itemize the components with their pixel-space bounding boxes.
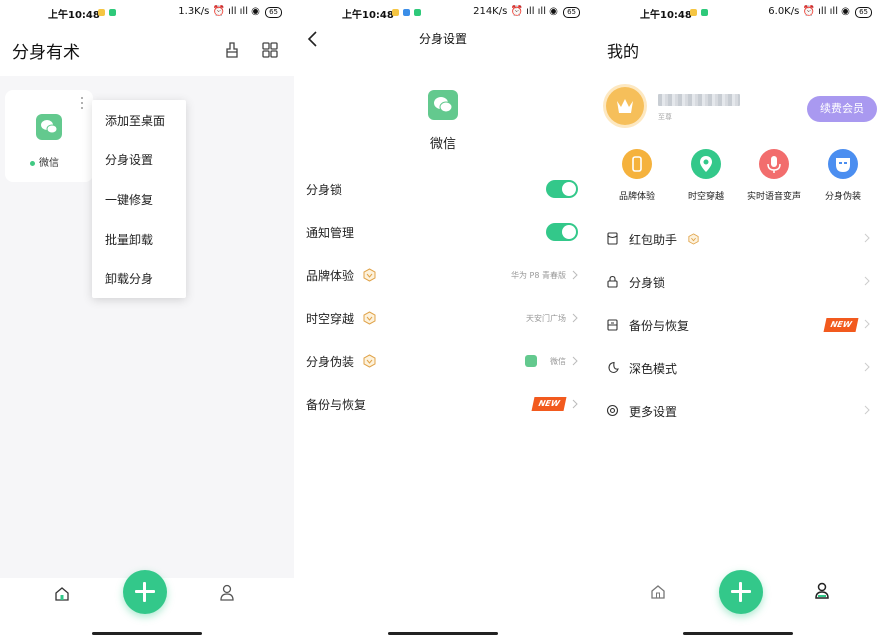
- status-bar: 上午10:48 6.0K/s ⏰ ıll ıll ◉ 65: [592, 0, 884, 24]
- chevron-right-icon: [572, 270, 578, 280]
- home-icon[interactable]: [54, 586, 70, 602]
- home-header: 分身有术: [0, 24, 294, 76]
- menu-row-red-packet[interactable]: 红包助手: [592, 224, 884, 254]
- add-icon[interactable]: [719, 570, 763, 614]
- backup-icon: [607, 319, 618, 331]
- menu-row-backup[interactable]: 备份与恢复 NEW: [592, 310, 884, 340]
- vip-crown-icon: [688, 233, 699, 245]
- feature-brand-label: 品牌体验: [618, 192, 655, 202]
- menu-item-clone-settings[interactable]: 分身设置: [105, 151, 153, 168]
- moon-icon: [608, 361, 619, 374]
- new-badge: NEW: [823, 318, 859, 332]
- network-speed: 214K/s: [473, 6, 508, 17]
- menu-item-uninstall-clone[interactable]: 卸载分身: [105, 270, 153, 287]
- vip-crown-icon: [363, 354, 376, 368]
- page-title: 分身有术: [12, 43, 80, 63]
- notification-dot: [403, 9, 410, 16]
- notification-toggle[interactable]: [546, 223, 578, 241]
- chevron-right-icon: [864, 233, 870, 243]
- menu-item-batch-uninstall[interactable]: 批量卸载: [105, 231, 153, 248]
- network-speed: 1.3K/s: [178, 6, 210, 17]
- settings-icon: [606, 404, 619, 417]
- status-bar: 上午10:48 214K/s ⏰ ıll ıll ◉ 65: [294, 0, 592, 24]
- add-icon[interactable]: [123, 570, 167, 614]
- wechat-icon: [36, 114, 62, 140]
- chevron-right-icon: [572, 399, 578, 409]
- home-indicator: [683, 632, 793, 635]
- notification-dot: [392, 9, 399, 16]
- menu-item-add-to-desktop[interactable]: 添加至桌面: [105, 112, 165, 129]
- clean-brush-icon[interactable]: [222, 40, 242, 60]
- clone-lock-toggle[interactable]: [546, 180, 578, 198]
- chevron-right-icon: [864, 319, 870, 329]
- vip-crown-icon: [363, 311, 376, 325]
- menu-item-one-click-repair[interactable]: 一键修复: [105, 191, 153, 208]
- new-badge: NEW: [531, 397, 567, 411]
- member-tier: 至尊: [658, 113, 672, 121]
- battery-icon: 65: [265, 7, 282, 18]
- notification-dot: [701, 9, 708, 16]
- renew-membership-button[interactable]: 续费会员: [807, 96, 877, 122]
- chevron-right-icon: [864, 276, 870, 286]
- grid-apps-icon[interactable]: [260, 40, 280, 60]
- brand-value: 华为 P8 青春版: [511, 271, 566, 280]
- status-time: 上午10:48: [640, 10, 692, 21]
- location-icon[interactable]: [691, 149, 721, 179]
- chevron-right-icon: [572, 313, 578, 323]
- microphone-icon[interactable]: [759, 149, 789, 179]
- avatar[interactable]: [606, 87, 644, 125]
- profile-icon[interactable]: [814, 582, 830, 600]
- context-menu: 添加至桌面 分身设置 一键修复 批量卸载 卸载分身: [92, 100, 186, 298]
- wechat-icon: [525, 355, 537, 367]
- notification-dot: [690, 9, 697, 16]
- home-icon[interactable]: [650, 584, 666, 600]
- more-vertical-icon[interactable]: [80, 96, 84, 110]
- notification-dot: [98, 9, 105, 16]
- feature-disguise-label: 分身伪装: [824, 192, 861, 202]
- home-screen: 上午10:48 1.3K/s ⏰ ıll ıll ◉ 65 分身有术 微信 添加…: [0, 0, 294, 643]
- clone-settings-screen: 上午10:48 214K/s ⏰ ıll ıll ◉ 65 分身设置 微信 分身…: [294, 0, 592, 643]
- lock-icon: [607, 275, 618, 288]
- active-dot: [30, 160, 35, 166]
- network-speed: 6.0K/s: [768, 6, 800, 17]
- setting-row-time-travel[interactable]: 时空穿越 天安门广场: [294, 304, 592, 334]
- wechat-icon: [428, 90, 458, 120]
- setting-row-brand[interactable]: 品牌体验 华为 P8 青春版: [294, 261, 592, 291]
- setting-row-disguise[interactable]: 分身伪装 微信: [294, 347, 592, 377]
- mine-screen: 上午10:48 6.0K/s ⏰ ıll ıll ◉ 65 我的 至尊 续费会员…: [592, 0, 884, 643]
- menu-row-more-settings[interactable]: 更多设置: [592, 396, 884, 426]
- vip-crown-icon: [363, 268, 376, 282]
- app-label: 微信: [30, 154, 59, 169]
- profile-icon[interactable]: [219, 584, 235, 602]
- disguise-value: 微信: [550, 357, 566, 366]
- notification-dot: [414, 9, 421, 16]
- feature-voice-changer-label: 实时语音变声: [746, 192, 801, 202]
- menu-row-dark-mode[interactable]: 深色模式: [592, 353, 884, 383]
- battery-icon: 65: [855, 7, 872, 18]
- location-value: 天安门广场: [526, 314, 566, 323]
- page-title: 我的: [607, 42, 640, 61]
- setting-row-backup[interactable]: 备份与恢复 NEW: [294, 390, 592, 420]
- home-indicator: [388, 632, 498, 635]
- chevron-right-icon: [572, 356, 578, 366]
- chevron-right-icon: [864, 405, 870, 415]
- status-bar: 上午10:48 1.3K/s ⏰ ıll ıll ◉ 65: [0, 0, 294, 24]
- home-indicator: [92, 632, 202, 635]
- menu-row-clone-lock[interactable]: 分身锁: [592, 267, 884, 297]
- setting-row-notification: 通知管理: [294, 218, 592, 248]
- status-time: 上午10:48: [342, 10, 394, 21]
- crown-icon: [617, 99, 633, 113]
- username-blurred: [658, 94, 740, 106]
- phone-icon[interactable]: [622, 149, 652, 179]
- mask-icon[interactable]: [828, 149, 858, 179]
- red-packet-icon: [607, 232, 618, 245]
- notification-dot: [109, 9, 116, 16]
- chevron-right-icon: [864, 362, 870, 372]
- app-name: 微信: [429, 137, 456, 152]
- setting-row-clone-lock: 分身锁: [294, 175, 592, 205]
- page-title: 分身设置: [418, 32, 467, 46]
- status-time: 上午10:48: [48, 10, 100, 21]
- battery-icon: 65: [563, 7, 580, 18]
